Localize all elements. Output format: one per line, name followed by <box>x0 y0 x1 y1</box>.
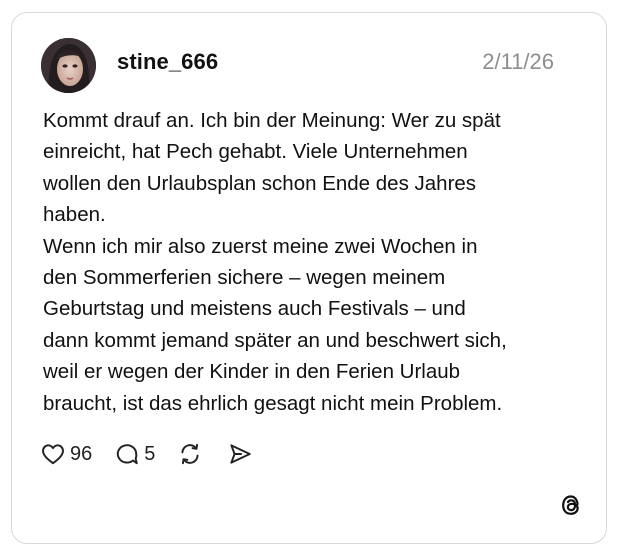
heart-icon <box>42 444 64 465</box>
body-line: haben. <box>43 203 106 227</box>
body-line: den Sommerferien sichere – wegen meinem <box>43 266 446 290</box>
reply-button[interactable]: 5 <box>114 441 155 467</box>
reply-count: 5 <box>144 442 156 465</box>
comment-icon <box>117 444 138 465</box>
body-line: wollen den Urlaubsplan schon Ende des Ja… <box>43 171 477 195</box>
post-date: 2/11/26 <box>482 49 554 74</box>
repost-icon <box>181 443 199 465</box>
body-line: dann kommt jemand später an und beschwer… <box>43 328 507 352</box>
body-line: weil er wegen der Kinder in den Ferien U… <box>43 360 461 384</box>
body-line: einreicht, hat Pech gehabt. Viele Untern… <box>43 140 468 164</box>
repost-button[interactable] <box>177 441 203 467</box>
threads-logo-glyph <box>562 495 579 515</box>
body-line: Kommt drauf an. Ich bin der Meinung: Wer… <box>43 109 501 132</box>
body-line: Geburtstag und meistens auch Festivals –… <box>43 297 466 321</box>
send-icon <box>230 444 252 464</box>
like-count: 96 <box>70 442 93 465</box>
action-bar: 96 5 <box>40 438 253 470</box>
share-button[interactable] <box>227 441 253 467</box>
post-body: Kommt drauf an. Ich bin der Meinung: Wer… <box>43 105 583 419</box>
threads-logo-icon[interactable] <box>557 491 585 519</box>
avatar[interactable] <box>41 38 96 93</box>
username[interactable]: stine_666 <box>117 49 218 75</box>
body-line: braucht, ist das ehrlich gesagt nicht me… <box>43 391 503 415</box>
like-button[interactable]: 96 <box>40 441 92 467</box>
avatar-photo <box>41 38 96 93</box>
body-line: Wenn ich mir also zuerst meine zwei Woch… <box>43 234 478 258</box>
